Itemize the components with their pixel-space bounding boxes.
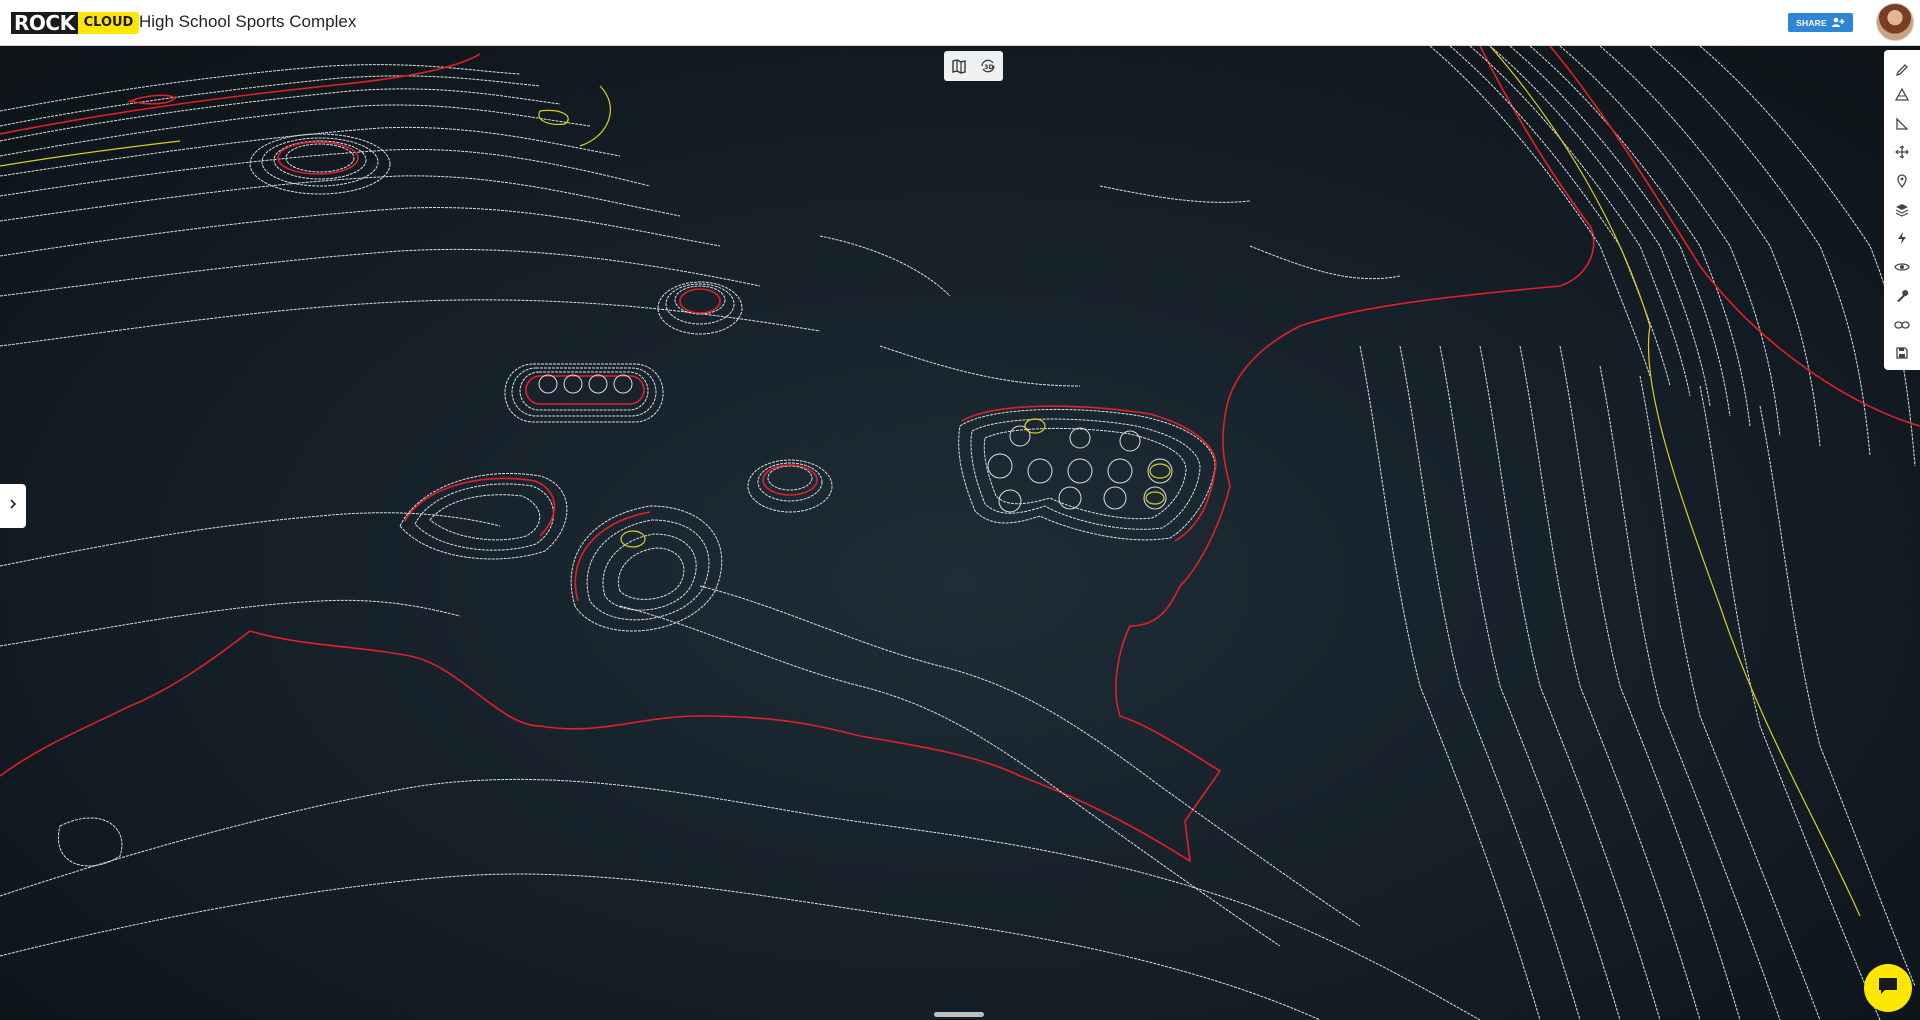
eye-icon[interactable] bbox=[1892, 257, 1912, 277]
pencil-icon[interactable] bbox=[1892, 60, 1912, 80]
top-bar: ROCK CLOUD High School Sports Complex SH… bbox=[0, 0, 1920, 46]
svg-text:3D: 3D bbox=[984, 63, 995, 71]
add-user-icon bbox=[1831, 17, 1845, 29]
chat-button[interactable] bbox=[1864, 964, 1912, 1012]
save-icon[interactable] bbox=[1892, 343, 1912, 363]
bottom-drawer-handle[interactable] bbox=[934, 1012, 984, 1017]
chat-bubble-icon bbox=[1877, 976, 1899, 1001]
tool-panel bbox=[1884, 50, 1920, 370]
user-avatar[interactable] bbox=[1876, 3, 1914, 41]
layers-icon[interactable] bbox=[1892, 200, 1912, 220]
flash-icon[interactable] bbox=[1892, 228, 1912, 248]
logo-rock-text: ROCK bbox=[11, 12, 78, 34]
project-title: High School Sports Complex bbox=[139, 12, 357, 31]
sidebar-expand-button[interactable] bbox=[0, 484, 26, 528]
topographic-3d-map[interactable]: 3D bbox=[0, 46, 1920, 1020]
location-pin-icon[interactable] bbox=[1892, 171, 1912, 191]
wrench-icon[interactable] bbox=[1892, 286, 1912, 306]
chevron-right-icon bbox=[8, 497, 18, 515]
share-label: SHARE bbox=[1796, 17, 1827, 28]
move-icon[interactable] bbox=[1892, 142, 1912, 162]
logo-cloud-text: CLOUD bbox=[77, 12, 140, 34]
volume-icon[interactable] bbox=[1892, 85, 1912, 105]
rock-cloud-logo[interactable]: ROCK CLOUD bbox=[11, 12, 140, 34]
view-mode-toggle: 3D bbox=[944, 51, 1003, 81]
share-button[interactable]: SHARE bbox=[1788, 13, 1853, 32]
link-icon[interactable] bbox=[1892, 315, 1912, 335]
contour-lines bbox=[0, 46, 1920, 1020]
3d-view-icon[interactable]: 3D bbox=[977, 55, 999, 77]
map-icon[interactable] bbox=[948, 55, 970, 77]
angle-measure-icon[interactable] bbox=[1892, 114, 1912, 134]
